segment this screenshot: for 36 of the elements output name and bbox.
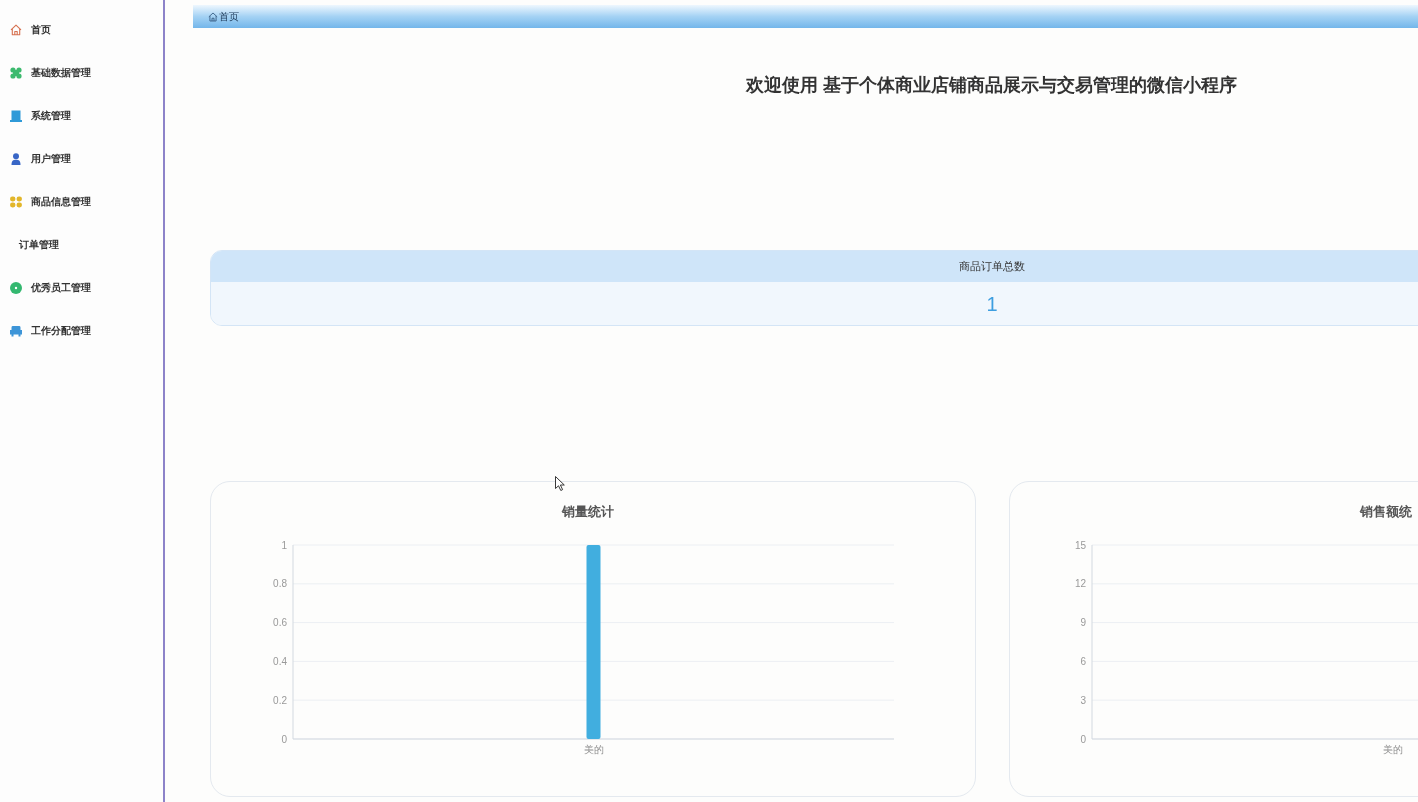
breadcrumb-link[interactable]: 首页 [208, 9, 239, 24]
house-icon [208, 11, 218, 22]
house-icon [10, 23, 22, 36]
axis-tick-label: 12 [1074, 578, 1086, 590]
axis-tick-label: 0 [1079, 733, 1086, 745]
circle-icon [10, 281, 22, 294]
stat-value: 1 [986, 291, 998, 317]
axis-tick-label: 0.2 [273, 694, 287, 706]
armchair-icon [10, 324, 22, 337]
four-dots-icon [10, 195, 22, 208]
axis-category-label: 美的 [583, 744, 604, 755]
axis-tick-label: 9 [1079, 617, 1086, 629]
welcome-title: 欢迎使用 基于个体商业店铺商品展示与交易管理的微信小程序 [744, 74, 1239, 97]
sidebar-item[interactable]: 商品信息管理 [0, 180, 163, 223]
axis-tick-label: 15 [1074, 539, 1086, 551]
person-icon [10, 152, 22, 165]
stat-label: 商品订单总数 [959, 259, 1025, 275]
chart-title: 销售额统 [1360, 503, 1413, 521]
sidebar-item[interactable]: 用户管理 [0, 137, 163, 180]
axis-tick-label: 1 [281, 539, 287, 551]
sidebar-item[interactable]: 工作分配管理 [0, 309, 163, 352]
sidebar-item[interactable]: 系统管理 [0, 94, 163, 137]
clover-icon [10, 66, 22, 79]
sidebar-item[interactable]: 订单管理 [0, 223, 163, 266]
axis-tick-label: 0.6 [273, 617, 287, 629]
building-icon [10, 109, 22, 122]
axis-tick-label: 0.8 [273, 578, 287, 590]
axis-tick-label: 3 [1079, 694, 1086, 706]
axis-tick-label: 6 [1079, 655, 1086, 667]
axis-tick-label: 0 [281, 733, 287, 745]
sidebar-item[interactable]: 首页 [0, 8, 163, 51]
axis-tick-label: 0.4 [273, 655, 287, 667]
chart-title: 销量统计 [561, 503, 614, 521]
axis-category-label: 美的 [1382, 744, 1402, 755]
sidebar-item[interactable]: 基础数据管理 [0, 51, 163, 94]
sidebar-item[interactable]: 优秀员工管理 [0, 266, 163, 309]
